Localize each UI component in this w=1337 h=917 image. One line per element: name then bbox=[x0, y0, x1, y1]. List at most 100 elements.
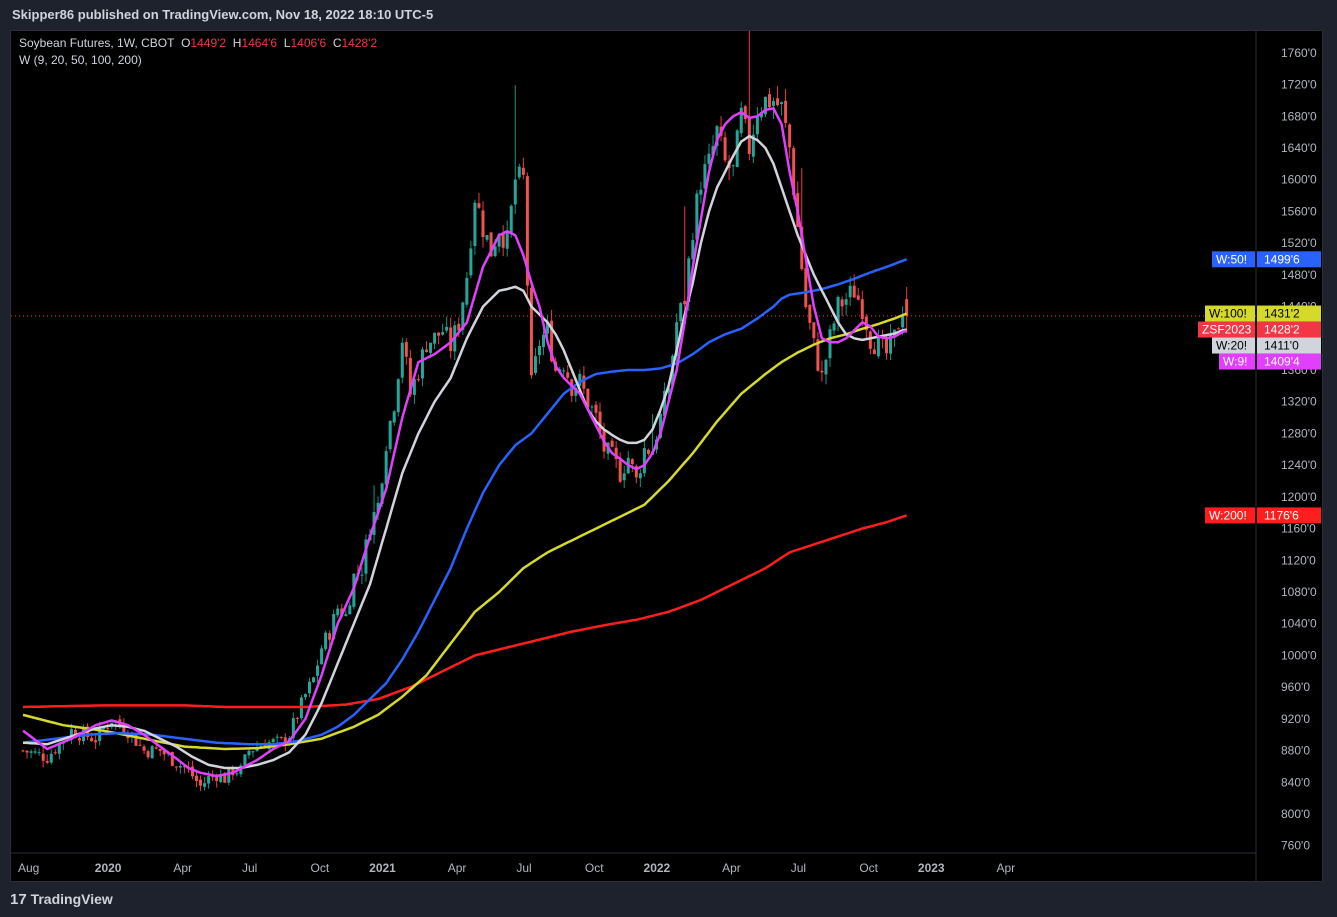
price-tick-label: 1200'0 bbox=[1281, 490, 1317, 504]
price-chart[interactable]: 760'0 800'0 840'0 880'0 920'0 960'0 1000'0 1040… bbox=[11, 31, 1322, 881]
price-tick-label: 1600'0 bbox=[1281, 173, 1317, 187]
price-tick-label: 1240'0 bbox=[1281, 458, 1317, 472]
price-marker-name: W:20! bbox=[1216, 339, 1247, 353]
candle-body bbox=[840, 299, 844, 307]
candle-body bbox=[295, 717, 299, 719]
candle-body bbox=[622, 473, 626, 481]
candle-body bbox=[106, 728, 110, 730]
time-tick-label: Apr bbox=[722, 861, 741, 875]
candle-body bbox=[90, 737, 94, 742]
candle-body bbox=[243, 754, 247, 766]
price-marker-value: 1431'2 bbox=[1264, 307, 1300, 321]
candle-body bbox=[481, 210, 485, 238]
candle-body bbox=[707, 153, 711, 165]
candle-body bbox=[582, 375, 586, 389]
price-tick-label: 1680'0 bbox=[1281, 109, 1317, 123]
candle-body bbox=[336, 608, 340, 616]
price-tick-label: 1560'0 bbox=[1281, 204, 1317, 218]
candle-body bbox=[542, 334, 546, 348]
legend-symbol[interactable]: Soybean Futures, 1W, CBOT bbox=[19, 36, 174, 50]
price-tick-label: 1760'0 bbox=[1281, 46, 1317, 60]
ma9-line bbox=[22, 107, 908, 778]
price-tick-label: 880'0 bbox=[1281, 744, 1310, 758]
price-tick-label: 1320'0 bbox=[1281, 395, 1317, 409]
candle-body bbox=[437, 332, 441, 336]
candle-body bbox=[396, 379, 400, 413]
candle-body bbox=[562, 370, 566, 372]
candle-body bbox=[425, 349, 428, 352]
candle-body bbox=[630, 459, 634, 465]
candle-body bbox=[195, 775, 199, 782]
candle-body bbox=[77, 738, 81, 741]
price-marker-value: 1409'4 bbox=[1264, 355, 1300, 369]
tradingview-brand: TradingView bbox=[30, 891, 113, 907]
candle-body bbox=[227, 767, 231, 783]
tradingview-logo-icon: 17 bbox=[10, 891, 27, 908]
candle-body bbox=[868, 331, 872, 349]
candle-body bbox=[199, 779, 203, 786]
price-tick-label: 960'0 bbox=[1281, 680, 1310, 694]
candle-body bbox=[142, 746, 146, 751]
candle-body bbox=[433, 332, 437, 344]
candle-body bbox=[638, 473, 642, 479]
candle-body bbox=[509, 205, 513, 234]
price-tick-label: 1040'0 bbox=[1281, 617, 1317, 631]
candle-body bbox=[344, 614, 348, 616]
candle-body bbox=[251, 751, 255, 753]
time-tick-label: Aug bbox=[18, 861, 39, 875]
time-tick-label: Apr bbox=[997, 861, 1016, 875]
candle-body bbox=[776, 98, 780, 106]
candle-body bbox=[521, 167, 525, 175]
candle-body bbox=[767, 94, 771, 108]
time-tick-label: Oct bbox=[585, 861, 604, 875]
price-tick-label: 1080'0 bbox=[1281, 585, 1317, 599]
candle-body bbox=[178, 766, 182, 768]
footer-bar: 17 TradingView bbox=[0, 882, 1337, 916]
price-tick-label: 1480'0 bbox=[1281, 268, 1317, 282]
candle-body bbox=[699, 189, 703, 195]
candle-body bbox=[618, 460, 622, 482]
candle-body bbox=[485, 235, 489, 240]
candle-body bbox=[477, 203, 481, 208]
candle-body bbox=[566, 372, 570, 378]
candle-body bbox=[772, 101, 776, 106]
candle-body bbox=[207, 776, 211, 784]
time-tick-label: 2020 bbox=[95, 861, 122, 875]
candle-body bbox=[820, 370, 824, 373]
candle-body bbox=[876, 336, 880, 357]
candle-body bbox=[723, 137, 727, 161]
price-tick-label: 1120'0 bbox=[1281, 553, 1316, 567]
candle-body bbox=[388, 420, 392, 450]
candle-body bbox=[646, 449, 650, 454]
candle-body bbox=[848, 285, 852, 298]
candle-body bbox=[307, 681, 311, 694]
price-marker-value: 1428'2 bbox=[1264, 323, 1300, 337]
candle-body bbox=[780, 102, 784, 104]
time-tick-label: Oct bbox=[859, 861, 878, 875]
candle-body bbox=[679, 303, 683, 322]
candle-body bbox=[469, 248, 473, 276]
time-tick-label: 2023 bbox=[918, 861, 945, 875]
price-tick-label: 1520'0 bbox=[1281, 236, 1317, 250]
legend-high-value: 1464'6 bbox=[241, 36, 278, 50]
candle-body bbox=[138, 744, 142, 746]
tradingview-logo[interactable]: 17 TradingView bbox=[10, 882, 113, 917]
candle-body bbox=[465, 277, 469, 305]
candle-body bbox=[146, 751, 150, 758]
price-tick-label: 800'0 bbox=[1281, 807, 1310, 821]
candle-body bbox=[788, 124, 792, 148]
candle-body bbox=[247, 750, 251, 756]
candle-body bbox=[824, 359, 828, 375]
candle-body bbox=[872, 349, 876, 355]
price-tick-label: 760'0 bbox=[1281, 839, 1310, 853]
legend-indicator[interactable]: W (9, 20, 50, 100, 200) bbox=[19, 52, 377, 69]
chart-pane[interactable]: 760'0 800'0 840'0 880'0 920'0 960'0 1000'0 1040… bbox=[10, 30, 1323, 882]
candle-body bbox=[45, 760, 49, 763]
price-marker-name: W:200! bbox=[1209, 508, 1247, 522]
candle-body bbox=[594, 404, 598, 413]
time-tick-label: 2021 bbox=[369, 861, 396, 875]
candle-body bbox=[429, 342, 433, 353]
legend-low-value: 1406'6 bbox=[290, 36, 327, 50]
candle-body bbox=[529, 287, 533, 376]
candle-body bbox=[203, 783, 207, 787]
